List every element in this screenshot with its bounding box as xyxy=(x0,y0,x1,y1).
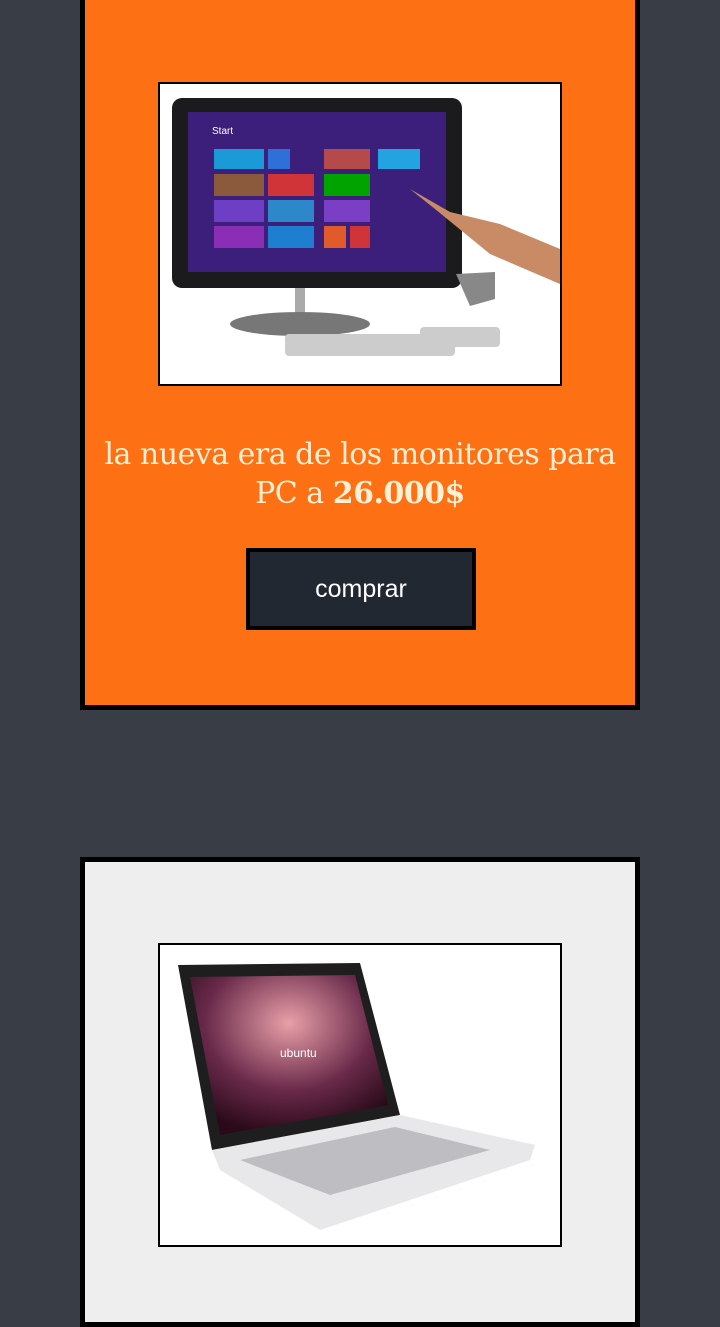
product-card-laptop: ubuntu xyxy=(80,857,640,1327)
buy-button[interactable]: comprar xyxy=(246,548,476,630)
product-price: 26.000$ xyxy=(332,476,466,511)
ubuntu-text: ubuntu xyxy=(280,1046,317,1060)
product-image-monitor: Start xyxy=(158,82,562,386)
product-title: la nueva era de los monitores para PC a … xyxy=(85,435,635,513)
start-text: Start xyxy=(212,126,233,137)
product-image-laptop: ubuntu xyxy=(158,943,562,1247)
product-card-monitor: Start la nueva era de los monitores para… xyxy=(80,0,640,710)
